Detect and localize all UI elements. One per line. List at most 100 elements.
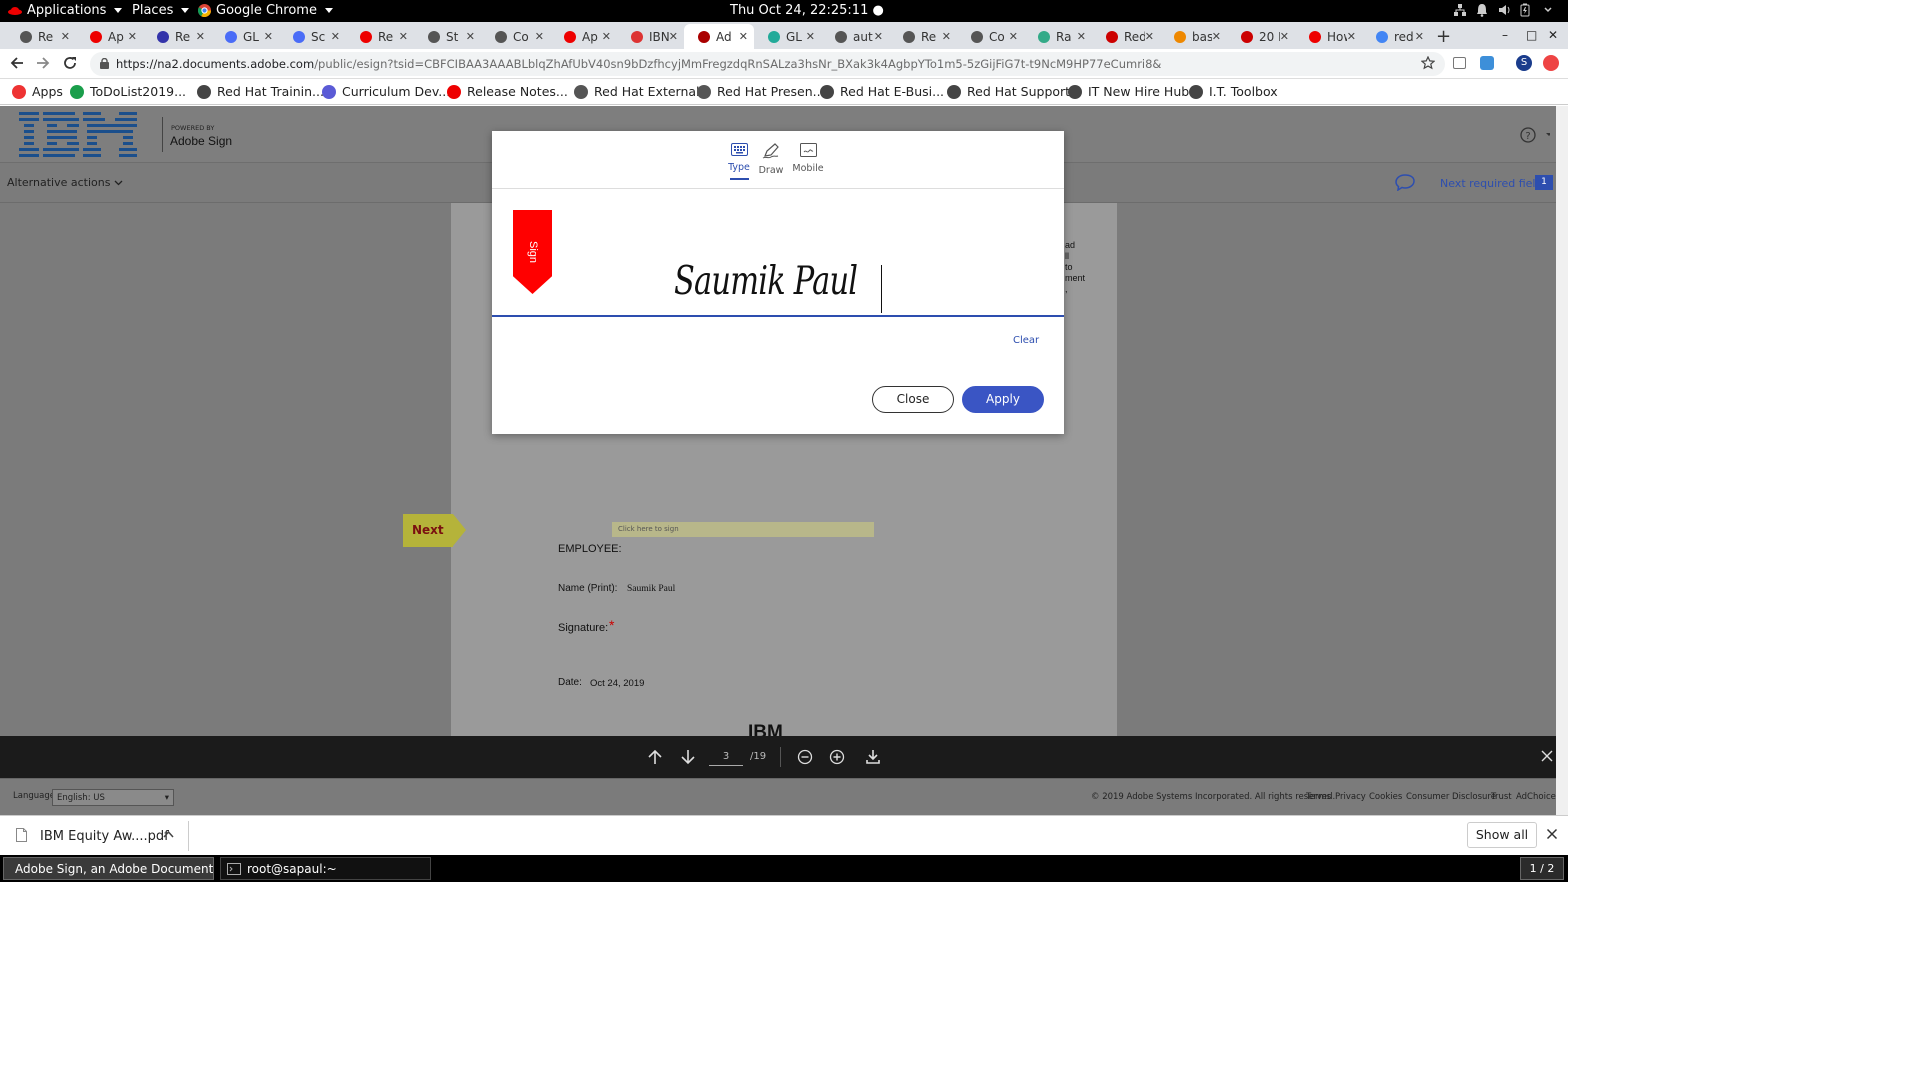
browser-menu[interactable]: Google Chrome: [198, 3, 333, 18]
applications-menu[interactable]: Applications: [8, 3, 123, 18]
browser-tab[interactable]: Ra ✕: [1024, 24, 1092, 49]
comments-button[interactable]: [1395, 174, 1415, 191]
zoom-out-button[interactable]: [797, 749, 813, 765]
cast-extension-icon[interactable]: [1453, 57, 1466, 69]
language-select[interactable]: English: US ▾: [52, 789, 174, 806]
power-menu-icon[interactable]: [1542, 3, 1554, 17]
bookmark-item[interactable]: Red Hat External: [574, 84, 700, 99]
tab-close-icon[interactable]: ✕: [128, 30, 137, 43]
browser-tab[interactable]: Re ✕: [889, 24, 957, 49]
browser-tab[interactable]: IBN ✕: [617, 24, 684, 49]
browser-tab[interactable]: St ✕: [414, 24, 481, 49]
clock[interactable]: Thu Oct 24, 22:25:11 ●: [730, 3, 884, 18]
browser-tab[interactable]: 20 Re✕: [1227, 24, 1295, 49]
taskbar-item-terminal[interactable]: root@sapaul:~: [220, 857, 431, 880]
browser-tab[interactable]: red ha✕: [1362, 24, 1430, 49]
typed-signature-input[interactable]: Saumik Paul: [674, 259, 858, 304]
battery-icon[interactable]: [1520, 3, 1532, 17]
network-icon[interactable]: [1454, 3, 1466, 17]
browser-tab[interactable]: Co ✕: [481, 24, 550, 49]
next-page-button[interactable]: [680, 749, 696, 765]
alternative-actions-menu[interactable]: Alternative actions: [7, 176, 123, 189]
browser-tab[interactable]: How t✕: [1295, 24, 1362, 49]
browser-tab[interactable]: Ap ✕: [76, 24, 143, 49]
tab-close-icon[interactable]: ✕: [1077, 30, 1086, 43]
signature-field[interactable]: Click here to sign: [612, 522, 874, 537]
page-number-input[interactable]: 3: [709, 746, 743, 766]
tab-close-icon[interactable]: ✕: [399, 30, 408, 43]
close-window-button[interactable]: ✕: [1548, 28, 1558, 42]
browser-tab[interactable]: GL ✕: [211, 24, 279, 49]
tab-close-icon[interactable]: ✕: [602, 30, 611, 43]
download-file-name[interactable]: IBM Equity Aw....pdf: [40, 829, 169, 844]
extension-red-icon[interactable]: [1543, 55, 1559, 71]
browser-tab[interactable]: Re ✕: [346, 24, 414, 49]
previous-page-button[interactable]: [647, 749, 663, 765]
next-required-field-link[interactable]: Next required field: [1440, 177, 1542, 190]
tab-close-icon[interactable]: ✕: [466, 30, 475, 43]
tab-close-icon[interactable]: ✕: [264, 30, 273, 43]
footer-link-cookies[interactable]: Cookies: [1369, 792, 1402, 802]
download-button[interactable]: [865, 749, 881, 765]
clear-link[interactable]: Clear: [1013, 335, 1039, 346]
tab-close-icon[interactable]: ✕: [874, 30, 883, 43]
url-input[interactable]: https://na2.documents.adobe.com/public/e…: [90, 52, 1445, 76]
download-options-button[interactable]: [163, 830, 174, 838]
browser-tab[interactable]: Re ✕: [143, 24, 211, 49]
bookmark-item[interactable]: Red Hat Support: [947, 84, 1070, 99]
minimize-button[interactable]: –: [1502, 28, 1508, 42]
bookmark-item[interactable]: Apps: [12, 84, 63, 99]
tab-close-icon[interactable]: ✕: [1009, 30, 1018, 43]
new-tab-button[interactable]: +: [1436, 26, 1451, 47]
taskbar-item-chrome[interactable]: Adobe Sign, an Adobe Document ...: [3, 857, 214, 880]
profile-avatar[interactable]: S: [1516, 55, 1532, 71]
tab-close-icon[interactable]: ✕: [61, 30, 70, 43]
footer-link-privacy[interactable]: Privacy: [1335, 792, 1366, 802]
maximize-button[interactable]: □: [1526, 28, 1537, 42]
volume-icon[interactable]: [1498, 3, 1510, 17]
tab-close-icon[interactable]: ✕: [669, 30, 678, 43]
tab-mobile[interactable]: Mobile: [788, 143, 828, 174]
browser-tab[interactable]: Re ✕: [6, 24, 76, 49]
help-button[interactable]: ?: [1520, 127, 1550, 143]
bookmark-item[interactable]: ToDoList2019...: [70, 84, 186, 99]
browser-tab[interactable]: aut ✕: [821, 24, 889, 49]
bookmark-item[interactable]: Curriculum Dev...: [322, 84, 450, 99]
footer-link-adchoices[interactable]: AdChoices: [1516, 792, 1560, 802]
bookmark-item[interactable]: Red Hat Trainin...: [197, 84, 324, 99]
bookmark-item[interactable]: Red Hat Presen...: [697, 84, 825, 99]
tab-close-icon[interactable]: ✕: [331, 30, 340, 43]
bookmark-item[interactable]: IT New Hire Hub: [1068, 84, 1189, 99]
extension-icon[interactable]: [1480, 56, 1494, 70]
places-menu[interactable]: Places: [132, 3, 190, 18]
browser-tab[interactable]: Red H✕: [1092, 24, 1160, 49]
reload-button[interactable]: [63, 56, 77, 70]
back-button[interactable]: [10, 56, 24, 70]
tab-close-icon[interactable]: ✕: [739, 30, 748, 43]
tab-close-icon[interactable]: ✕: [535, 30, 544, 43]
notification-icon[interactable]: [1476, 3, 1488, 17]
tab-close-icon[interactable]: ✕: [196, 30, 205, 43]
tab-close-icon[interactable]: ✕: [1415, 30, 1424, 43]
browser-tab[interactable]: Ap ✕: [550, 24, 617, 49]
tab-close-icon[interactable]: ✕: [1212, 30, 1221, 43]
tab-close-icon[interactable]: ✕: [942, 30, 951, 43]
apply-button[interactable]: Apply: [962, 386, 1044, 413]
browser-tab[interactable]: bash -✕: [1160, 24, 1227, 49]
browser-tab[interactable]: Ad ✕: [684, 24, 754, 49]
browser-tab[interactable]: Sc ✕: [279, 24, 346, 49]
close-toolbar-button[interactable]: [1540, 749, 1554, 763]
bookmark-item[interactable]: Release Notes...: [447, 84, 568, 99]
workspace-pager[interactable]: 1 / 2: [1520, 857, 1564, 880]
forward-button[interactable]: [36, 56, 50, 70]
footer-link-consumer-disclosure[interactable]: Consumer Disclosure: [1406, 792, 1496, 802]
system-tray[interactable]: [1454, 3, 1554, 17]
show-all-button[interactable]: Show all: [1467, 822, 1537, 848]
page-scrollbar[interactable]: [1556, 106, 1568, 815]
next-field-button[interactable]: Next: [403, 514, 453, 547]
browser-tab[interactable]: GL ✕: [754, 24, 821, 49]
tab-draw[interactable]: Draw: [751, 143, 791, 176]
tab-close-icon[interactable]: ✕: [1145, 30, 1154, 43]
close-button[interactable]: Close: [872, 386, 954, 413]
tab-close-icon[interactable]: ✕: [806, 30, 815, 43]
